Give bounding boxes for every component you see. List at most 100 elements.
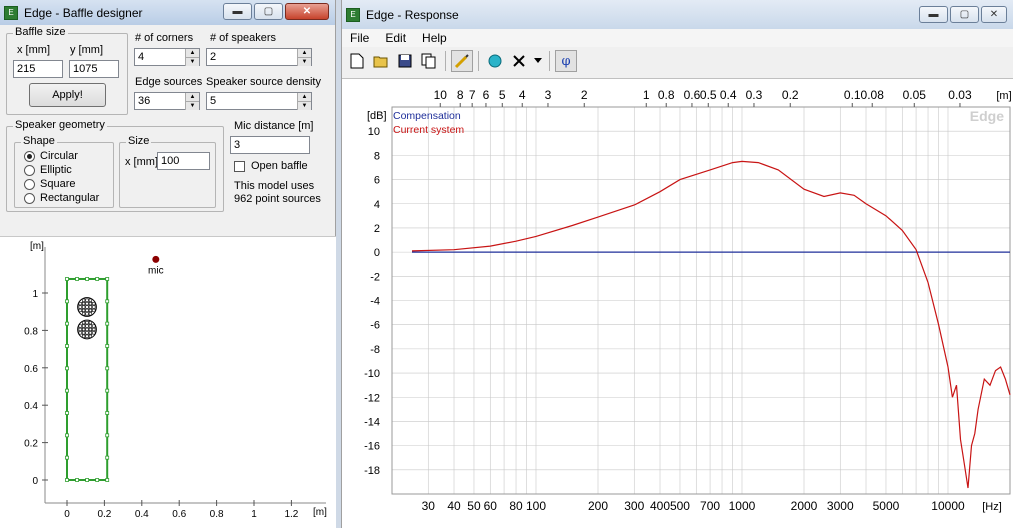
y-tick-label: 10 (368, 126, 380, 138)
spin-up-icon[interactable]: ▲ (297, 49, 311, 58)
mic-distance-label: Mic distance [m] (234, 120, 314, 132)
shape-square-radio[interactable]: Square (24, 178, 75, 190)
edge-source-dot (65, 277, 69, 281)
maximize-button[interactable]: ▢ (254, 3, 283, 20)
edge-sources-stepper[interactable]: 36 ▲ ▼ (134, 92, 200, 110)
x-tick-label: 300 (624, 499, 644, 513)
mic-distance-input[interactable]: 3 (230, 136, 310, 154)
edge-source-dot (65, 455, 69, 460)
speaker-point-source (85, 334, 89, 338)
spin-down-icon[interactable]: ▼ (297, 102, 311, 110)
shape-circular-radio[interactable]: Circular (24, 150, 78, 162)
maximize-button[interactable]: ▢ (950, 6, 979, 23)
speaker-point-source (88, 334, 93, 338)
dropdown-icon[interactable] (532, 50, 544, 72)
open-baffle-checkbox[interactable]: Open baffle (234, 160, 308, 172)
model-info-line2: 962 point sources (234, 193, 321, 205)
edge-source-dot (65, 366, 69, 371)
spin-up-icon[interactable]: ▲ (185, 49, 199, 58)
menu-file[interactable]: File (342, 31, 377, 45)
toolbar-separator (478, 51, 479, 71)
shape-rectangular-radio[interactable]: Rectangular (24, 192, 99, 204)
response-titlebar[interactable]: E Edge - Response ▬ ▢ ✕ (342, 0, 1013, 29)
x-tick-label: 0.8 (210, 509, 224, 520)
baffle-y-input[interactable]: 1075 (69, 60, 119, 78)
radio-icon (24, 178, 35, 190)
top-tick-label: 0.08 (861, 88, 885, 102)
speaker-density-stepper[interactable]: 5 ▲ ▼ (206, 92, 312, 110)
shape-legend: Shape (21, 135, 57, 147)
y-tick-label: -10 (364, 368, 380, 380)
response-plot[interactable]: 10 8 6 4 2 0 -2 -4 -6 -8 -10 -12 -14 -16 -18 [dB] 30 40 50… (342, 78, 1013, 528)
shape-elliptic-radio[interactable]: Elliptic (24, 164, 72, 176)
delete-icon[interactable] (508, 50, 530, 72)
menu-edit[interactable]: Edit (377, 31, 414, 45)
top-tick-label: 0.3 (746, 88, 763, 102)
x-tick-label: 100 (526, 499, 546, 513)
y-axis-label: [dB] (367, 110, 387, 122)
speaker-density-value: 5 (210, 95, 217, 107)
x-unit-label: [m] (313, 507, 327, 518)
phase-icon[interactable]: φ (555, 50, 577, 72)
corners-label: # of corners (135, 32, 194, 44)
spin-up-icon[interactable]: ▲ (297, 93, 311, 102)
edge-source-dot (85, 277, 90, 281)
save-icon[interactable] (394, 50, 416, 72)
speaker-point-source (78, 327, 82, 332)
speaker-point-source (88, 324, 93, 328)
speakers-stepper[interactable]: 2 ▲ ▼ (206, 48, 312, 66)
speaker-point-source (85, 324, 89, 328)
baffle-plot[interactable]: [m] [m] 1 0.8 0.6 0.4 0.2 0 0 0.2 0.4 0.6 0.8 1 1.2 mic (0, 236, 336, 528)
draw-icon[interactable] (451, 50, 473, 72)
minimize-icon: ▬ (232, 6, 243, 17)
speaker-point-source (88, 298, 93, 302)
top-tick-label: 0.05 (903, 88, 927, 102)
speaker-point-source (82, 312, 86, 316)
open-folder-icon[interactable] (370, 50, 392, 72)
y-tick-label: -6 (370, 320, 380, 332)
x-tick-label: 5000 (873, 499, 900, 513)
speakers-value: 2 (210, 51, 217, 63)
minimize-button[interactable]: ▬ (919, 6, 948, 23)
baffle-designer-titlebar[interactable]: E Edge - Baffle designer ▬ ▢ ✕ (0, 0, 335, 25)
speaker-point-source (88, 308, 93, 313)
shape-rectangular-label: Rectangular (40, 192, 100, 204)
speaker (77, 297, 97, 317)
top-tick-label: 0.4 (720, 88, 737, 102)
apply-button[interactable]: Apply! (29, 83, 106, 107)
x-tick-label: 10000 (931, 499, 965, 513)
edge-app-icon: E (4, 5, 18, 20)
baffle-x-input[interactable]: 215 (13, 60, 63, 78)
top-tick-label: 3 (545, 88, 552, 102)
spin-up-icon[interactable]: ▲ (185, 93, 199, 102)
x-tick-label: 500 (670, 499, 690, 513)
spin-down-icon[interactable]: ▼ (185, 102, 199, 110)
edge-source-dot (75, 478, 79, 482)
speaker-size-input[interactable]: 100 (157, 152, 210, 170)
edge-source-dot (105, 411, 110, 415)
spin-down-icon[interactable]: ▼ (185, 58, 199, 66)
y-tick-label: -12 (364, 392, 380, 404)
speaker-point-source (82, 331, 86, 335)
close-button[interactable]: ✕ (285, 3, 329, 20)
y-tick-label: -16 (364, 441, 380, 453)
speaker-point-source (85, 302, 89, 306)
spin-down-icon[interactable]: ▼ (297, 58, 311, 66)
top-tick-label: 5 (499, 88, 506, 102)
mic-marker (152, 255, 160, 263)
x-tick-label: 200 (588, 499, 608, 513)
copy-icon[interactable] (418, 50, 440, 72)
speaker-point-source (88, 321, 93, 325)
speaker-point-source (82, 305, 86, 309)
close-button[interactable]: ✕ (981, 6, 1007, 23)
radio-selected-icon (24, 150, 35, 162)
compensation-icon[interactable] (484, 50, 506, 72)
mic-label: mic (148, 265, 164, 276)
minimize-button[interactable]: ▬ (223, 3, 252, 20)
speaker-point-source (78, 302, 82, 306)
corners-stepper[interactable]: 4 ▲ ▼ (134, 48, 200, 66)
new-document-icon[interactable] (346, 50, 368, 72)
x-tick-label: 1.2 (284, 509, 298, 520)
menu-help[interactable]: Help (414, 31, 455, 45)
x-tick-label: 0.2 (97, 509, 111, 520)
